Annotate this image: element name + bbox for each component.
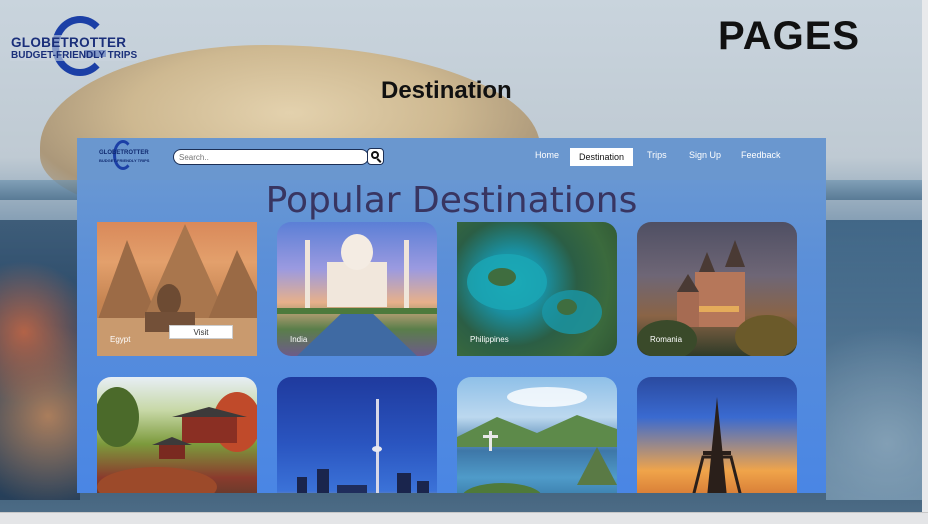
destination-card-korea[interactable] xyxy=(97,377,257,493)
palace-image xyxy=(97,387,257,493)
destination-card-philippines[interactable]: Philippines xyxy=(457,222,617,356)
search-input[interactable] xyxy=(179,151,359,163)
eiffel-tower-image xyxy=(692,397,742,493)
site-logo[interactable]: GLOBETROTTER BUDGET-FRIENDLY TRIPS xyxy=(99,140,149,174)
rio-image xyxy=(457,387,617,493)
coral-reef-left xyxy=(0,220,80,500)
nav-home[interactable]: Home xyxy=(535,150,559,160)
coral-reef-right xyxy=(826,220,928,500)
cn-tower-image xyxy=(297,399,429,493)
nav-destination[interactable]: Destination xyxy=(570,148,633,166)
window-bottom-bar xyxy=(0,512,928,524)
site-navbar: GLOBETROTTER BUDGET-FRIENDLY TRIPS Home … xyxy=(77,138,826,180)
search-icon-handle xyxy=(376,158,382,163)
slide-heading: PAGES xyxy=(718,14,861,58)
destination-card-france[interactable] xyxy=(637,377,797,493)
site-logo-tagline: BUDGET-FRIENDLY TRIPS xyxy=(99,158,150,163)
slide-subtitle: Destination xyxy=(381,77,512,104)
slide-logo-title: GLOBETROTTER xyxy=(10,35,128,50)
destination-card-india[interactable]: India xyxy=(277,222,437,356)
slide-logo: GLOBETROTTER BUDGET-FRIENDLY TRIPS xyxy=(10,16,140,78)
search-box xyxy=(173,149,369,165)
destination-card-egypt[interactable]: Egypt Visit xyxy=(97,222,257,356)
visit-button[interactable]: Visit xyxy=(169,325,233,339)
nav-trips[interactable]: Trips xyxy=(647,150,667,160)
destination-card-brazil[interactable] xyxy=(457,377,617,493)
card-caption-egypt: Egypt xyxy=(110,335,131,344)
search-button[interactable] xyxy=(367,148,384,165)
site-logo-title: GLOBETROTTER xyxy=(99,150,149,156)
destination-card-romania[interactable]: Romania xyxy=(637,222,797,356)
card-caption-romania: Romania xyxy=(650,335,683,344)
nav-feedback[interactable]: Feedback xyxy=(741,150,781,160)
window-edge xyxy=(922,0,928,524)
slide-logo-tagline: BUDGET-FRIENDLY TRIPS xyxy=(10,50,139,61)
card-caption-india: India xyxy=(290,335,308,344)
card-caption-philippines: Philippines xyxy=(470,335,509,344)
destination-card-canada[interactable] xyxy=(277,377,437,493)
page-title: Popular Destinations xyxy=(265,180,638,221)
website-screenshot: GLOBETROTTER BUDGET-FRIENDLY TRIPS Home … xyxy=(77,138,826,493)
nav-signup[interactable]: Sign Up xyxy=(689,150,721,160)
